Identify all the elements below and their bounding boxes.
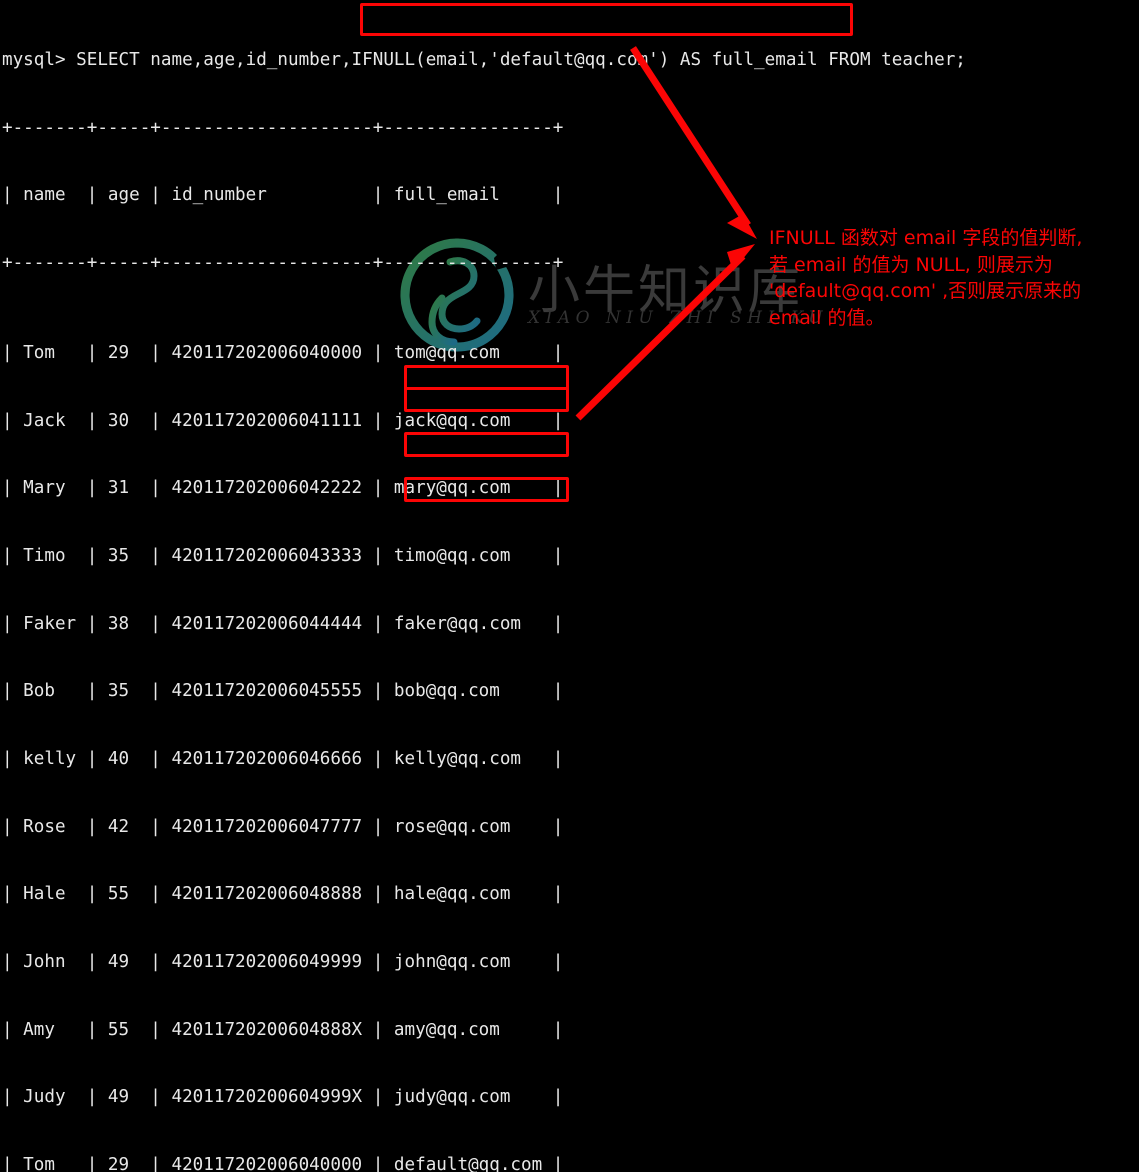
table-row: | Judy | 49 | 42011720200604999X | judy@… <box>2 1087 564 1108</box>
table-row: | Timo | 35 | 420117202006043333 | timo@… <box>2 546 564 567</box>
table-row: | kelly | 40 | 420117202006046666 | kell… <box>2 749 564 770</box>
table-row: | Mary | 31 | 420117202006042222 | mary@… <box>2 478 564 499</box>
table-row: | Tom | 29 | 420117202006040000 | defaul… <box>2 1154 564 1172</box>
terminal-output[interactable]: mysql> SELECT name,age,id_number,IFNULL(… <box>0 0 966 1172</box>
table-row: | Hale | 55 | 420117202006048888 | hale@… <box>2 884 564 905</box>
table-row: | Tom | 29 | 420117202006040000 | tom@qq… <box>2 343 564 364</box>
sql-query-line: mysql> SELECT name,age,id_number,IFNULL(… <box>2 50 966 71</box>
table-row: | Amy | 55 | 42011720200604888X | amy@qq… <box>2 1019 564 1040</box>
table-row: | Jack | 30 | 420117202006041111 | jack@… <box>2 410 564 431</box>
table-header-row: | name | age | id_number | full_email | <box>2 185 564 206</box>
table-row: | Rose | 42 | 420117202006047777 | rose@… <box>2 816 564 837</box>
table-separator-top: +-------+-----+--------------------+----… <box>2 117 564 138</box>
annotation-note: IFNULL 函数对 email 字段的值判断, 若 email 的值为 NUL… <box>769 227 1083 329</box>
table-row: | John | 49 | 420117202006049999 | john@… <box>2 951 564 972</box>
table-separator-mid: +-------+-----+--------------------+----… <box>2 253 564 274</box>
arrow-from-query-to-note <box>630 46 757 239</box>
table-row: | Faker | 38 | 420117202006044444 | fake… <box>2 613 564 634</box>
table-row: | Bob | 35 | 420117202006045555 | bob@qq… <box>2 681 564 702</box>
